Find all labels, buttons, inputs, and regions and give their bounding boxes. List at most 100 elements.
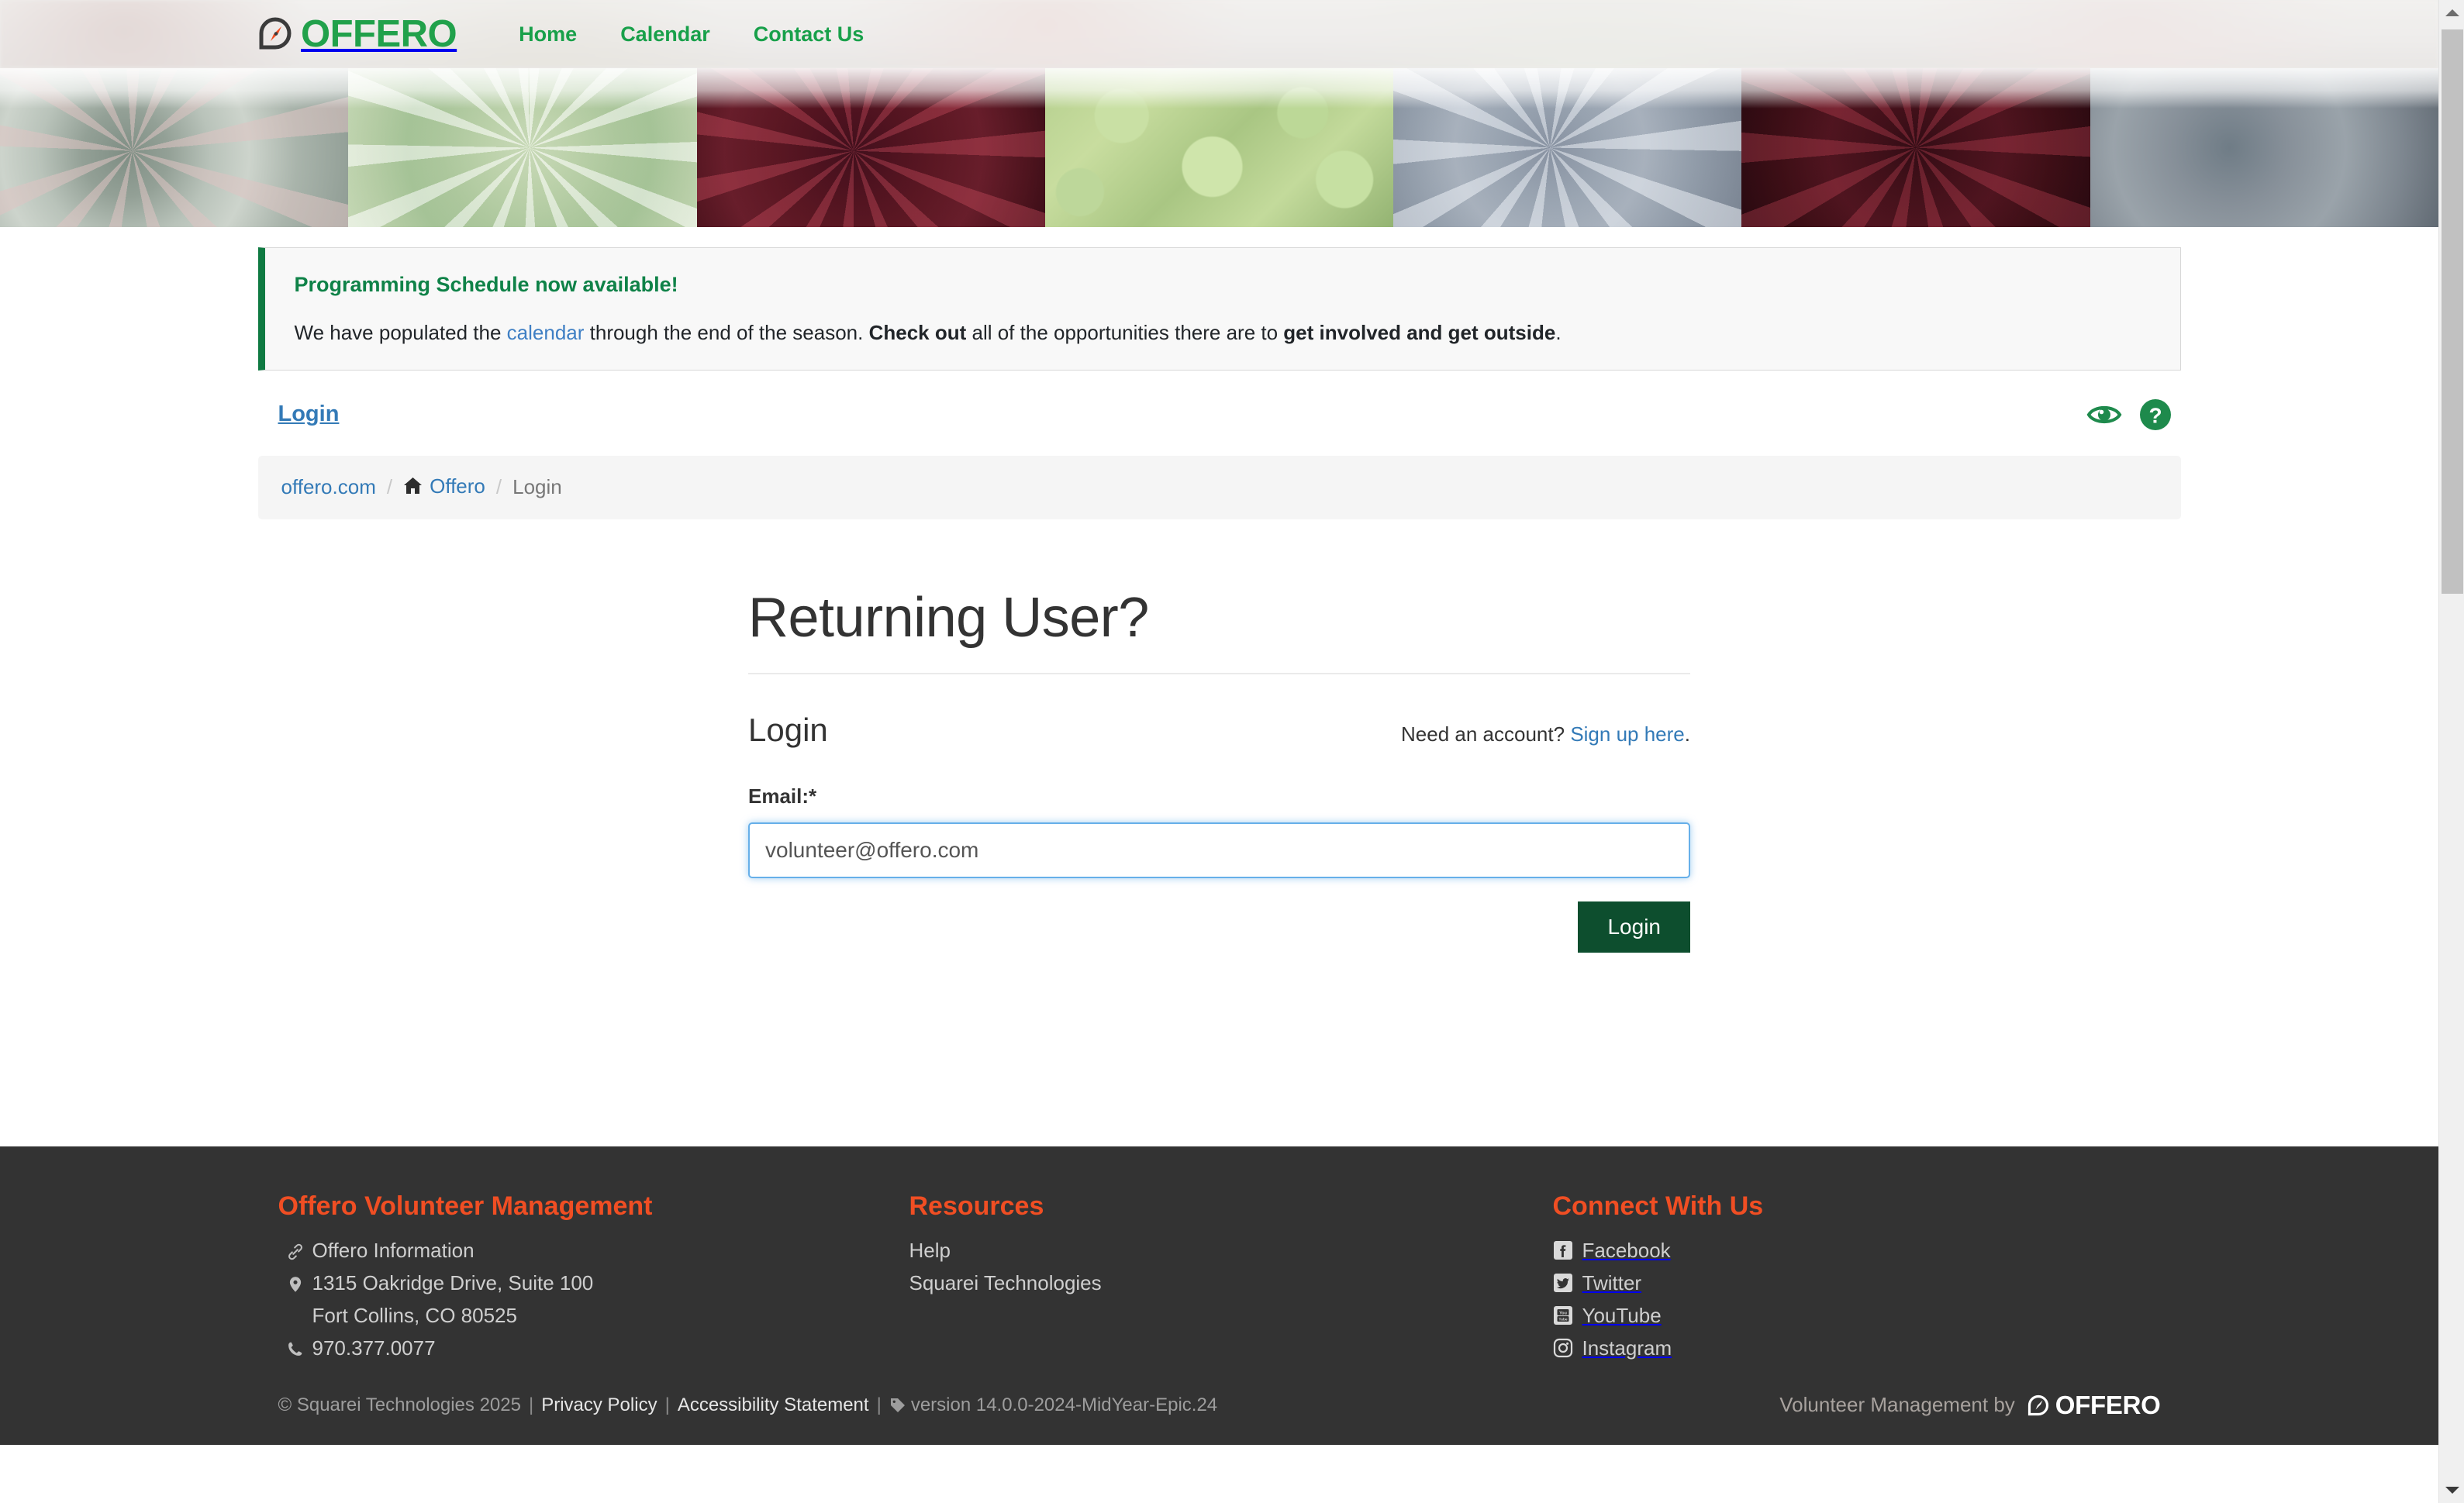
footer-link-privacy-policy[interactable]: Privacy Policy	[541, 1394, 657, 1416]
breadcrumb-item-offero-com[interactable]: offero.com	[281, 475, 376, 499]
svg-text:?: ?	[2148, 403, 2162, 427]
email-field-label: Email:*	[748, 784, 817, 808]
alert-bold-1: Check out	[868, 321, 967, 344]
footer-columns: Offero Volunteer Management Offero Infor…	[258, 1191, 2181, 1369]
main-content: Returning User? Login Need an account? S…	[258, 519, 2181, 953]
footer-social-youtube-label: YouTube	[1582, 1303, 1662, 1327]
instagram-icon	[1553, 1338, 1573, 1358]
signup-prompt-text: Need an account?	[1401, 722, 1571, 746]
offero-compass-logo-icon-footer	[2026, 1392, 2052, 1419]
alert-text-3: all of the opportunities there are to	[966, 321, 1284, 344]
hero-banner-image	[0, 68, 2438, 227]
youtube-icon: You Tube	[1553, 1305, 1573, 1325]
footer-offero-logo: OFFERO	[2026, 1392, 2161, 1419]
alert-text-1: We have populated the	[294, 321, 507, 344]
facebook-icon	[1553, 1240, 1573, 1260]
footer-phone-row: 970.377.0077	[278, 1336, 909, 1360]
help-question-icon[interactable]: ?	[2138, 397, 2173, 433]
footer-attribution-text: Volunteer Management by	[1779, 1393, 2015, 1417]
offero-compass-logo-icon	[256, 14, 296, 54]
map-pin-icon	[278, 1271, 312, 1294]
browser-viewport: OFFERO Home Calendar Contact Us Programm…	[0, 0, 2438, 1503]
signup-prompt-suffix: .	[1684, 722, 1690, 746]
hero-top-fade	[0, 68, 2438, 109]
login-form-wrapper: Returning User? Login Need an account? S…	[748, 586, 1690, 953]
login-page: OFFERO Home Calendar Contact Us Programm…	[0, 0, 2464, 1503]
footer-column-connect: Connect With Us Facebook Twitter You Tub…	[1553, 1191, 2181, 1369]
breadcrumb: offero.com / Offero / Login	[257, 455, 2181, 519]
footer-info-link-label: Offero Information	[312, 1238, 475, 1262]
footer-social-instagram[interactable]: Instagram	[1553, 1336, 2181, 1360]
page-header-icons: ?	[2086, 397, 2179, 433]
breadcrumb-item-offero-label: Offero	[430, 474, 485, 498]
footer-link-help[interactable]: Help	[909, 1239, 1553, 1263]
home-icon	[403, 477, 423, 500]
top-navigation-bar: OFFERO Home Calendar Contact Us	[0, 0, 2438, 68]
alert-bold-2: get involved and get outside	[1283, 321, 1556, 344]
email-input[interactable]	[748, 822, 1690, 878]
footer-social-youtube[interactable]: You Tube YouTube	[1553, 1304, 2181, 1328]
footer-column-about: Offero Volunteer Management Offero Infor…	[258, 1191, 909, 1369]
footer-link-squarei-technologies[interactable]: Squarei Technologies	[909, 1271, 1553, 1295]
alert-text-4: .	[1555, 321, 1562, 344]
tag-icon	[889, 1397, 906, 1414]
brand-wordmark: OFFERO	[301, 12, 457, 55]
link-icon	[278, 1239, 312, 1261]
signup-link[interactable]: Sign up here	[1570, 722, 1684, 746]
phone-icon	[278, 1336, 312, 1358]
breadcrumb-separator: /	[386, 475, 393, 499]
footer-attribution: Volunteer Management by OFFERO	[1779, 1392, 2161, 1419]
accessibility-eye-icon[interactable]	[2086, 397, 2122, 433]
svg-text:You: You	[1559, 1312, 1567, 1316]
page-header-row: Login ?	[258, 371, 2181, 456]
footer-offero-wordmark: OFFERO	[2055, 1391, 2161, 1420]
footer-legal: © Squarei Technologies 2025 | Privacy Po…	[278, 1394, 1218, 1416]
login-submit-button[interactable]: Login	[1578, 901, 1690, 953]
breadcrumb-item-offero[interactable]: Offero	[403, 474, 485, 501]
alert-text-2: through the end of the season.	[584, 321, 869, 344]
footer-link-accessibility-statement[interactable]: Accessibility Statement	[678, 1394, 869, 1416]
alert-title: Programming Schedule now available!	[294, 273, 678, 296]
announcement-alert: Programming Schedule now available! We h…	[257, 247, 2181, 371]
nav-link-home[interactable]: Home	[497, 22, 599, 47]
nav-links: Home Calendar Contact Us	[497, 22, 885, 47]
footer-info-link-row[interactable]: Offero Information	[278, 1239, 909, 1263]
breadcrumb-separator-2: /	[495, 475, 502, 499]
scrollbar-thumb[interactable]	[2442, 29, 2463, 594]
alert-body: We have populated the calendar through t…	[295, 320, 2151, 346]
footer-sep-1: |	[528, 1394, 534, 1415]
footer-address-row-2: Fort Collins, CO 80525	[278, 1304, 909, 1328]
scrollbar-up-arrow-icon[interactable]	[2439, 0, 2464, 26]
nav-link-calendar[interactable]: Calendar	[599, 22, 732, 47]
footer-heading-about: Offero Volunteer Management	[278, 1191, 653, 1221]
footer-address-line1: 1315 Oakridge Drive, Suite 100	[312, 1270, 594, 1294]
alert-calendar-link[interactable]: calendar	[507, 321, 585, 344]
footer-social-twitter-label: Twitter	[1582, 1270, 1642, 1294]
footer-column-resources: Resources Help Squarei Technologies	[909, 1191, 1553, 1369]
svg-text:Tube: Tube	[1558, 1318, 1567, 1322]
footer-social-facebook[interactable]: Facebook	[1553, 1239, 2181, 1263]
footer-bottom-bar: © Squarei Technologies 2025 | Privacy Po…	[258, 1369, 2181, 1445]
footer-heading-resources: Resources	[909, 1191, 1044, 1221]
footer-heading-connect: Connect With Us	[1552, 1191, 1764, 1221]
footer-phone-number: 970.377.0077	[312, 1336, 436, 1360]
breadcrumb-item-login: Login	[512, 475, 562, 499]
page-heading: Returning User?	[748, 586, 1690, 674]
form-header-row: Login Need an account? Sign up here.	[748, 712, 1690, 749]
footer-social-twitter[interactable]: Twitter	[1553, 1271, 2181, 1295]
scrollbar-down-arrow-icon[interactable]	[2439, 1477, 2464, 1503]
site-footer: Offero Volunteer Management Offero Infor…	[0, 1146, 2438, 1445]
footer-address-row: 1315 Oakridge Drive, Suite 100	[278, 1271, 909, 1295]
footer-social-facebook-label: Facebook	[1582, 1238, 1671, 1262]
vertical-scrollbar[interactable]	[2438, 0, 2464, 1503]
footer-sep-2: |	[664, 1394, 670, 1415]
footer-sep-3: |	[876, 1394, 882, 1415]
form-actions: Login	[748, 901, 1690, 953]
nav-link-contact-us[interactable]: Contact Us	[732, 22, 886, 47]
page-title-login[interactable]: Login	[278, 402, 340, 427]
brand-logo-link[interactable]: OFFERO	[256, 14, 457, 54]
content-container: Programming Schedule now available! We h…	[257, 247, 2181, 1146]
signup-prompt: Need an account? Sign up here.	[1401, 722, 1690, 746]
footer-version: version 14.0.0-2024-MidYear-Epic.24	[910, 1394, 1218, 1415]
